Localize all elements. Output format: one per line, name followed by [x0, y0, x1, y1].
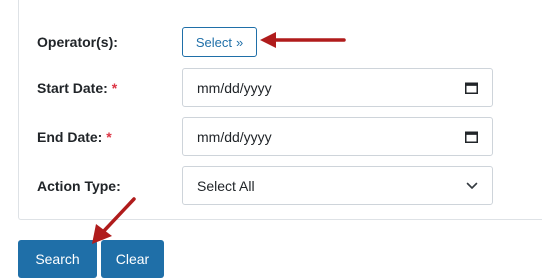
chevrons-right-icon: »: [235, 34, 244, 50]
action-type-selected-value: Select All: [197, 177, 255, 194]
operator-select-button-label: Select: [195, 34, 232, 50]
start-date-input[interactable]: mm/dd/yyyy: [182, 68, 493, 107]
clear-button[interactable]: Clear: [101, 240, 164, 278]
action-type-label: Action Type:: [37, 178, 121, 194]
action-type-label-text: Action Type:: [37, 178, 121, 194]
end-date-label-text: End Date:: [37, 129, 103, 145]
required-marker: *: [111, 80, 118, 96]
end-date-label: End Date: *: [37, 129, 112, 145]
required-marker: *: [106, 129, 112, 145]
calendar-icon[interactable]: [465, 82, 478, 94]
operator-select-button[interactable]: Select »: [182, 27, 257, 57]
end-date-input[interactable]: mm/dd/yyyy: [182, 117, 493, 156]
start-date-label: Start Date: *: [37, 80, 117, 96]
operator-label-text: Operator(s):: [37, 34, 118, 50]
operator-label: Operator(s):: [37, 34, 118, 50]
search-button[interactable]: Search: [18, 240, 97, 278]
report-filter-form: Operator(s): Select » Start Date: * mm/d…: [0, 0, 542, 279]
end-date-placeholder: mm/dd/yyyy: [197, 128, 272, 145]
action-type-select[interactable]: Select All: [182, 166, 493, 205]
chevron-down-icon: [466, 182, 478, 189]
calendar-icon[interactable]: [465, 131, 478, 143]
start-date-label-text: Start Date:: [37, 80, 108, 96]
start-date-placeholder: mm/dd/yyyy: [197, 79, 272, 96]
